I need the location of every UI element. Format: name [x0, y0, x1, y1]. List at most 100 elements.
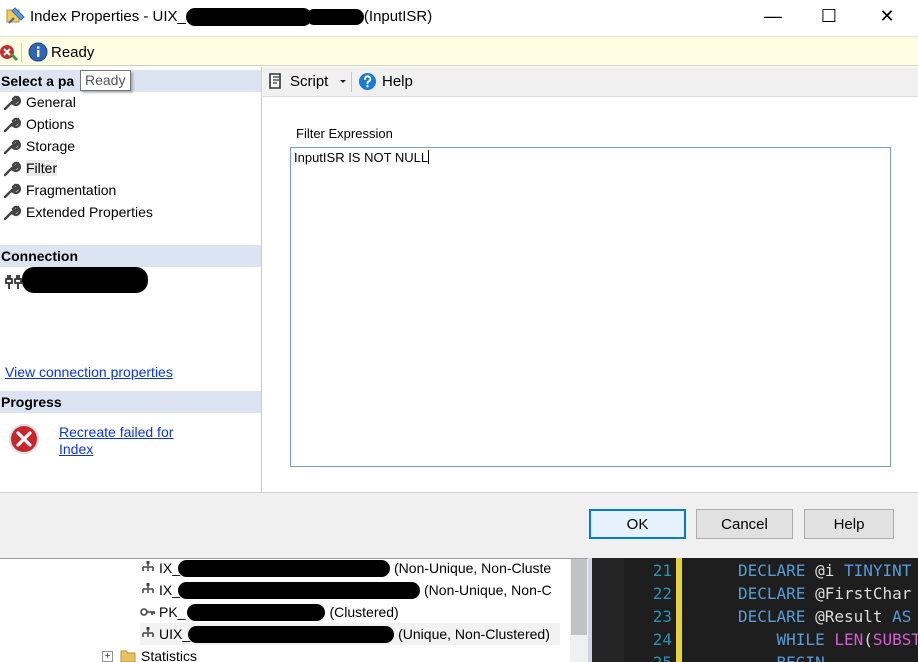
page-item-fragmentation[interactable]: Fragmentation	[2, 179, 116, 200]
chevron-down-icon	[340, 80, 346, 83]
editor-margin	[592, 558, 624, 662]
index-icon	[142, 627, 154, 637]
tree-row-statistics[interactable]: + Statistics	[102, 645, 197, 662]
line-number: 25	[632, 653, 672, 662]
folder-icon	[120, 650, 136, 662]
tree-row-suffix: (Non-Unique, Non-Cluste	[394, 560, 552, 576]
tree-row-suffix: (Clustered)	[329, 604, 399, 620]
right-panel: Script Help Filter Expression InputISR I…	[263, 67, 918, 492]
filter-expression-label: Filter Expression	[296, 126, 393, 141]
tree-row-index-1[interactable]: IX_ (Non-Unique, Non-Cluste	[140, 557, 551, 579]
ready-tooltip: Ready	[80, 70, 132, 91]
explorer-scrollbar-thumb[interactable]	[571, 559, 587, 635]
page-item-label: General	[26, 93, 76, 110]
text-caret	[428, 150, 430, 164]
code-token: (	[863, 630, 873, 649]
tree-row-unique-index[interactable]: UIX_ (Unique, Non-Clustered)	[140, 623, 560, 645]
select-page-header-label: Select a pa	[1, 73, 75, 89]
connection-plug-icon	[5, 275, 22, 289]
info-icon	[28, 42, 48, 62]
code-line: DECLARE @FirstChar	[738, 584, 911, 603]
window-title: Index Properties - UIX_ (InputISR)	[30, 8, 433, 27]
error-progress-icon	[9, 424, 39, 454]
key-icon	[140, 608, 155, 616]
code-line: DECLARE @i TINYINT	[738, 561, 911, 580]
code-token: SUBST	[872, 630, 918, 649]
status-separator	[21, 43, 22, 62]
page-item-options[interactable]: Options	[2, 113, 74, 134]
tree-row-primary-key[interactable]: PK_ (Clustered)	[140, 601, 399, 623]
page-item-label: Filter	[26, 159, 58, 176]
code-token: BEGIN	[777, 653, 825, 662]
ok-button[interactable]: OK	[589, 509, 686, 539]
page-item-label: Options	[26, 115, 75, 132]
connection-header-label: Connection	[1, 248, 78, 264]
window-title-prefix: Index Properties - UIX_	[30, 8, 186, 25]
status-bar: Ready	[0, 36, 918, 66]
script-dropdown-button[interactable]	[338, 74, 348, 88]
window-title-suffix: (InputISR)	[363, 8, 433, 25]
code-token: DECLARE	[738, 607, 816, 626]
help-icon	[358, 72, 377, 91]
view-connection-properties-link[interactable]: View connection properties	[5, 364, 173, 380]
error-status-icon[interactable]	[0, 42, 18, 62]
code-token: DECLARE	[738, 561, 816, 580]
tree-row-suffix: (Non-Unique, Non-C	[424, 582, 552, 598]
close-button[interactable]: ✕	[864, 0, 910, 32]
recreate-failed-line1: Recreate failed for	[59, 424, 174, 440]
tree-row-prefix: IX_	[159, 560, 181, 576]
help-toolbar-button[interactable]: Help	[358, 72, 413, 91]
help-button[interactable]: Help	[804, 509, 894, 539]
maximize-button[interactable]: ☐	[806, 0, 852, 32]
filter-expression-input[interactable]: InputISR IS NOT NULL	[290, 147, 891, 467]
code-token: @i	[815, 561, 844, 580]
page-item-filter[interactable]: Filter	[2, 157, 58, 178]
tree-row-prefix: UIX_	[159, 626, 191, 642]
code-token: WHILE	[776, 630, 835, 649]
recreate-failed-line2: Index	[59, 441, 94, 457]
cancel-button[interactable]: Cancel	[696, 509, 793, 539]
statistics-label: Statistics	[141, 648, 198, 662]
page-item-extended-properties[interactable]: Extended Properties	[2, 201, 153, 222]
expand-icon[interactable]: +	[102, 650, 113, 662]
script-label: Script	[290, 72, 329, 90]
redacted-block	[178, 559, 391, 577]
code-token: DECLARE	[738, 584, 816, 603]
toolbar: Script Help	[263, 67, 918, 97]
wrench-icon	[3, 160, 22, 176]
code-token: LEN	[834, 630, 864, 649]
script-icon	[269, 73, 281, 89]
redacted-block	[305, 9, 364, 26]
code-token: AS	[892, 607, 912, 626]
redacted-block	[187, 603, 326, 621]
index-icon	[142, 561, 154, 571]
connection-header: Connection	[0, 245, 261, 267]
script-button[interactable]: Script	[267, 72, 328, 90]
tree-row-suffix: (Unique, Non-Clustered)	[398, 626, 550, 642]
line-number: 22	[652, 584, 672, 603]
line-number: 23	[652, 607, 672, 626]
code-token: @Result	[815, 607, 893, 626]
code-line: DECLARE @Result AS	[738, 607, 911, 626]
help-toolbar-label: Help	[382, 73, 413, 90]
status-message: Ready	[51, 44, 95, 61]
code-editor[interactable]: 21 DECLARE @i TINYINT 22 DECLARE @FirstChar…	[592, 558, 918, 662]
tree-row-prefix: IX_	[159, 582, 181, 598]
minimize-button[interactable]: —	[750, 0, 796, 32]
index-icon	[142, 583, 154, 593]
page-item-label: Extended Properties	[26, 203, 153, 220]
tree-row-index-2[interactable]: IX_ (Non-Unique, Non-C	[140, 579, 552, 601]
page-item-storage[interactable]: Storage	[2, 135, 75, 156]
progress-header-label: Progress	[1, 394, 62, 410]
toolbar-separator	[351, 72, 352, 92]
line-number: 24	[652, 630, 672, 649]
recreate-failed-link[interactable]: Recreate failed for Index	[59, 424, 173, 458]
redacted-connection-name	[22, 267, 148, 293]
page-item-general[interactable]: General	[2, 91, 76, 112]
index-properties-app-icon	[6, 7, 25, 24]
wrench-icon	[3, 94, 22, 110]
redacted-block	[178, 581, 421, 599]
wrench-icon	[3, 182, 22, 198]
title-bar: Index Properties - UIX_ (InputISR) — ☐ ✕	[0, 0, 918, 35]
